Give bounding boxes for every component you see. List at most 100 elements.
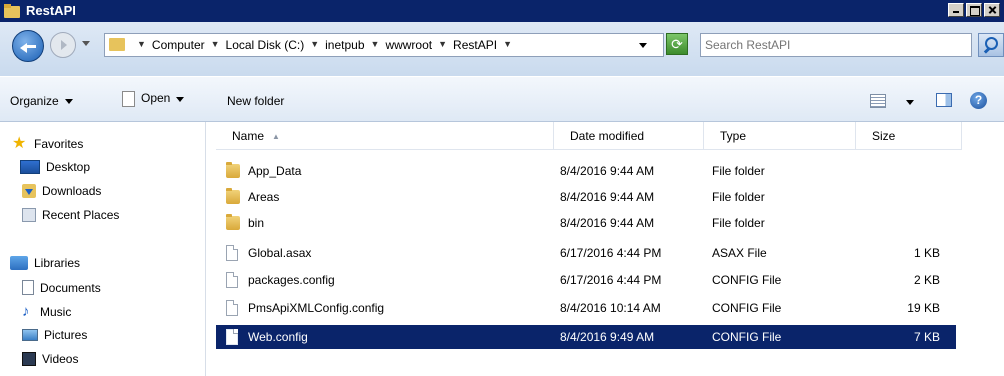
sidebar-item-pictures[interactable]: Pictures [22,328,87,342]
chevron-right-icon[interactable]: ▼ [137,39,146,53]
file-name: Web.config [248,330,308,344]
folder-icon [226,188,240,204]
chevron-down-icon[interactable] [906,100,914,105]
folder-icon [4,3,20,18]
file-icon [226,245,238,261]
file-name: PmsApiXMLConfig.config [248,301,385,315]
chevron-right-icon[interactable]: ▼ [371,39,380,53]
file-name: Global.asax [248,246,312,260]
file-icon [122,91,135,107]
file-type: File folder [712,216,765,230]
column-header-date-modified[interactable]: Date modified [554,122,704,150]
column-header-label: Size [872,129,896,143]
file-row-pmsapixmlconfig[interactable]: PmsApiXMLConfig.config 8/4/2016 10:14 AM… [216,296,956,320]
recent-places-icon [22,208,36,222]
maximize-button[interactable] [966,3,982,17]
search-input[interactable] [705,35,965,55]
breadcrumb-restapi[interactable]: RestAPI [453,38,497,52]
file-type: CONFIG File [712,273,782,287]
file-name: bin [248,216,265,230]
breadcrumb-local-disk[interactable]: Local Disk (C:) [226,38,305,52]
refresh-button[interactable]: ⟳ [666,33,688,55]
sidebar-item-libraries[interactable]: Libraries [10,256,80,270]
file-list: Name ▲ Date modified Type Size App_Data 8… [206,122,1004,376]
sidebar-item-favorites[interactable]: ★ Favorites [12,136,83,152]
file-row-packages-config[interactable]: packages.config 6/17/2016 4:44 PM CONFIG… [216,268,956,292]
file-type: File folder [712,190,765,204]
column-header-label: Name [232,129,265,143]
desktop-icon [20,160,40,174]
folder-icon [226,162,240,178]
sidebar-item-downloads[interactable]: Downloads [22,184,101,198]
sidebar-item-documents[interactable]: Documents [22,280,101,295]
address-bar[interactable]: ▼ Computer ▼ Local Disk (C:) ▼ inetpub ▼… [104,33,664,57]
open-button[interactable]: Open [122,91,185,107]
chevron-right-icon[interactable]: ▼ [310,39,319,53]
file-row-web-config[interactable]: Web.config 8/4/2016 9:49 AM CONFIG File … [216,325,956,349]
open-label: Open [141,91,171,106]
file-date: 8/4/2016 9:44 AM [560,164,655,178]
file-icon [226,300,238,316]
videos-icon [22,352,36,366]
documents-icon [22,280,34,295]
back-button[interactable] [12,30,44,62]
sidebar-item-music[interactable]: ♪ Music [22,304,71,319]
window-title: RestAPI [26,3,76,18]
search-icon[interactable] [978,33,1004,57]
file-type: ASAX File [712,246,767,260]
sidebar-item-desktop[interactable]: Desktop [20,160,90,174]
sidebar-item-label: Libraries [34,256,81,270]
organize-label: Organize [10,94,59,108]
file-date: 6/17/2016 4:44 PM [560,246,662,260]
minimize-button[interactable] [948,3,964,17]
chevron-right-icon[interactable]: ▼ [438,39,447,53]
breadcrumb-inetpub[interactable]: inetpub [325,38,364,52]
column-header-label: Date modified [570,129,645,143]
organize-button[interactable]: Organize [10,94,73,108]
sidebar-item-recent-places[interactable]: Recent Places [22,208,119,222]
file-row-app-data[interactable]: App_Data 8/4/2016 9:44 AM File folder [216,159,956,183]
navigation-pane: ★ Favorites Desktop Downloads Recent Plac… [0,122,206,376]
breadcrumb: ▼ Computer ▼ Local Disk (C:) ▼ inetpub ▼… [131,38,518,52]
address-dropdown-icon[interactable] [639,43,647,48]
column-header-type[interactable]: Type [704,122,856,150]
pictures-icon [22,329,38,341]
sidebar-item-label: Videos [42,352,79,366]
file-row-global-asax[interactable]: Global.asax 6/17/2016 4:44 PM ASAX File … [216,241,956,265]
file-name: packages.config [248,273,335,287]
breadcrumb-wwwroot[interactable]: wwwroot [385,38,432,52]
preview-pane-icon[interactable] [936,93,952,107]
file-size: 7 KB [913,330,940,344]
file-size: 1 KB [913,246,940,260]
help-icon[interactable]: ? [970,92,987,109]
sidebar-item-label: Recent Places [42,208,120,222]
sidebar-item-label: Pictures [44,328,88,342]
file-icon [226,329,238,345]
new-folder-button[interactable]: New folder [227,94,284,108]
file-type: File folder [712,164,765,178]
chevron-right-icon[interactable]: ▼ [503,39,512,53]
file-name: Areas [248,190,280,204]
breadcrumb-computer[interactable]: Computer [152,38,205,52]
search-box[interactable] [700,33,972,57]
file-date: 8/4/2016 10:14 AM [560,301,661,315]
star-icon: ★ [12,135,27,152]
sidebar-item-videos[interactable]: Videos [22,352,78,366]
file-size: 19 KB [907,301,940,315]
folder-icon [109,38,125,51]
file-row-areas[interactable]: Areas 8/4/2016 9:44 AM File folder [216,185,956,209]
file-date: 8/4/2016 9:44 AM [560,190,655,204]
change-view-icon[interactable] [870,94,886,108]
forward-button[interactable] [50,32,76,58]
file-name: App_Data [248,164,302,178]
folder-icon [226,214,240,230]
column-header-size[interactable]: Size [856,122,962,150]
sidebar-item-label: Music [40,304,72,319]
file-date: 8/4/2016 9:44 AM [560,216,655,230]
close-button[interactable] [984,3,1000,17]
recent-pages-dropdown-icon[interactable] [82,41,90,46]
chevron-right-icon[interactable]: ▼ [211,39,220,53]
column-header-name[interactable]: Name ▲ [216,122,554,150]
file-row-bin[interactable]: bin 8/4/2016 9:44 AM File folder [216,211,956,235]
sort-ascending-icon: ▲ [272,132,280,142]
